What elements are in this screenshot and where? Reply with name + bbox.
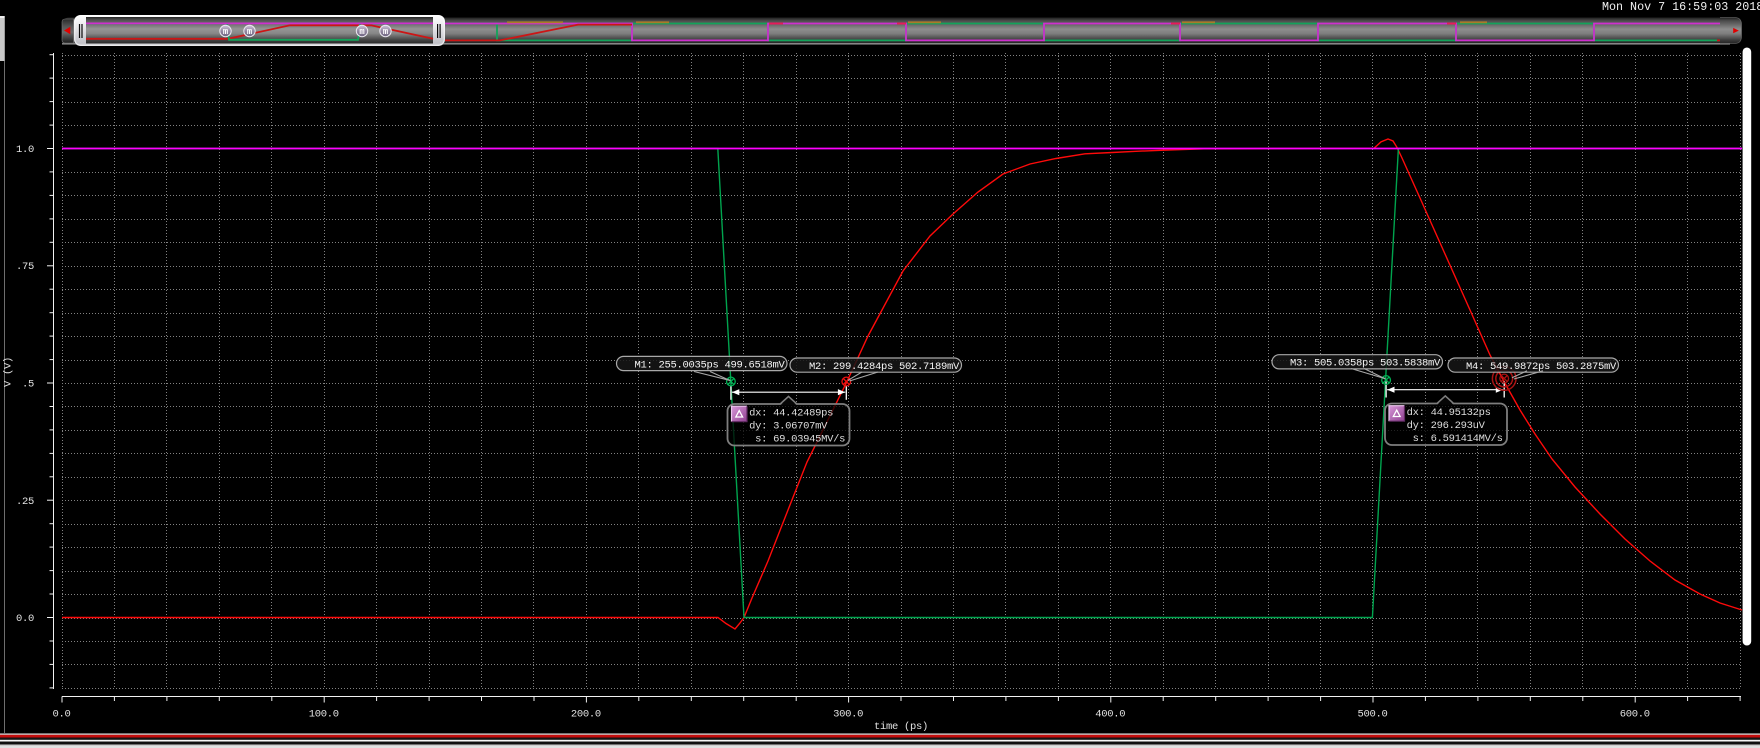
svg-text:M3: 505.0358ps 503.5838mV: M3: 505.0358ps 503.5838mV <box>1290 358 1441 370</box>
svg-text:.75: .75 <box>16 261 34 273</box>
svg-text:Mon Nov 7 16:59:03 2018: Mon Nov 7 16:59:03 2018 <box>1602 0 1760 14</box>
svg-text:V (V): V (V) <box>3 357 15 387</box>
svg-text:200.0: 200.0 <box>571 709 601 721</box>
svg-text:300.0: 300.0 <box>833 709 863 721</box>
svg-text:m: m <box>247 27 252 37</box>
svg-text:0.0: 0.0 <box>52 709 70 721</box>
svg-text:M1: 255.0035ps 499.6518mV: M1: 255.0035ps 499.6518mV <box>634 359 785 371</box>
svg-text:600.0: 600.0 <box>1620 709 1650 721</box>
svg-text:s: 6.591414MV/s: s: 6.591414MV/s <box>1407 433 1503 445</box>
svg-text:m: m <box>383 27 388 37</box>
svg-text:400.0: 400.0 <box>1095 709 1125 721</box>
svg-text:m: m <box>359 27 364 37</box>
svg-text:M4: 549.9872ps 503.2875mV: M4: 549.9872ps 503.2875mV <box>1466 361 1617 373</box>
svg-text:1.0: 1.0 <box>16 144 34 156</box>
svg-text:dx: 44.42489ps: dx: 44.42489ps <box>749 408 833 420</box>
svg-text:dy: 3.06707mV: dy: 3.06707mV <box>749 421 828 433</box>
svg-text:m: m <box>223 27 228 37</box>
svg-text:.5: .5 <box>22 379 34 391</box>
svg-text:.25: .25 <box>16 496 34 508</box>
svg-text:0.0: 0.0 <box>16 613 34 625</box>
svg-text:dy: 296.293uV: dy: 296.293uV <box>1407 420 1486 432</box>
svg-text:dx: 44.95132ps: dx: 44.95132ps <box>1407 407 1491 419</box>
svg-text:M2: 299.4284ps 502.7189mV: M2: 299.4284ps 502.7189mV <box>809 361 960 373</box>
svg-text:time (ps): time (ps) <box>874 721 928 733</box>
svg-text:500.0: 500.0 <box>1357 709 1387 721</box>
svg-text:100.0: 100.0 <box>309 709 339 721</box>
svg-text:s: 69.03945MV/s: s: 69.03945MV/s <box>749 434 845 446</box>
